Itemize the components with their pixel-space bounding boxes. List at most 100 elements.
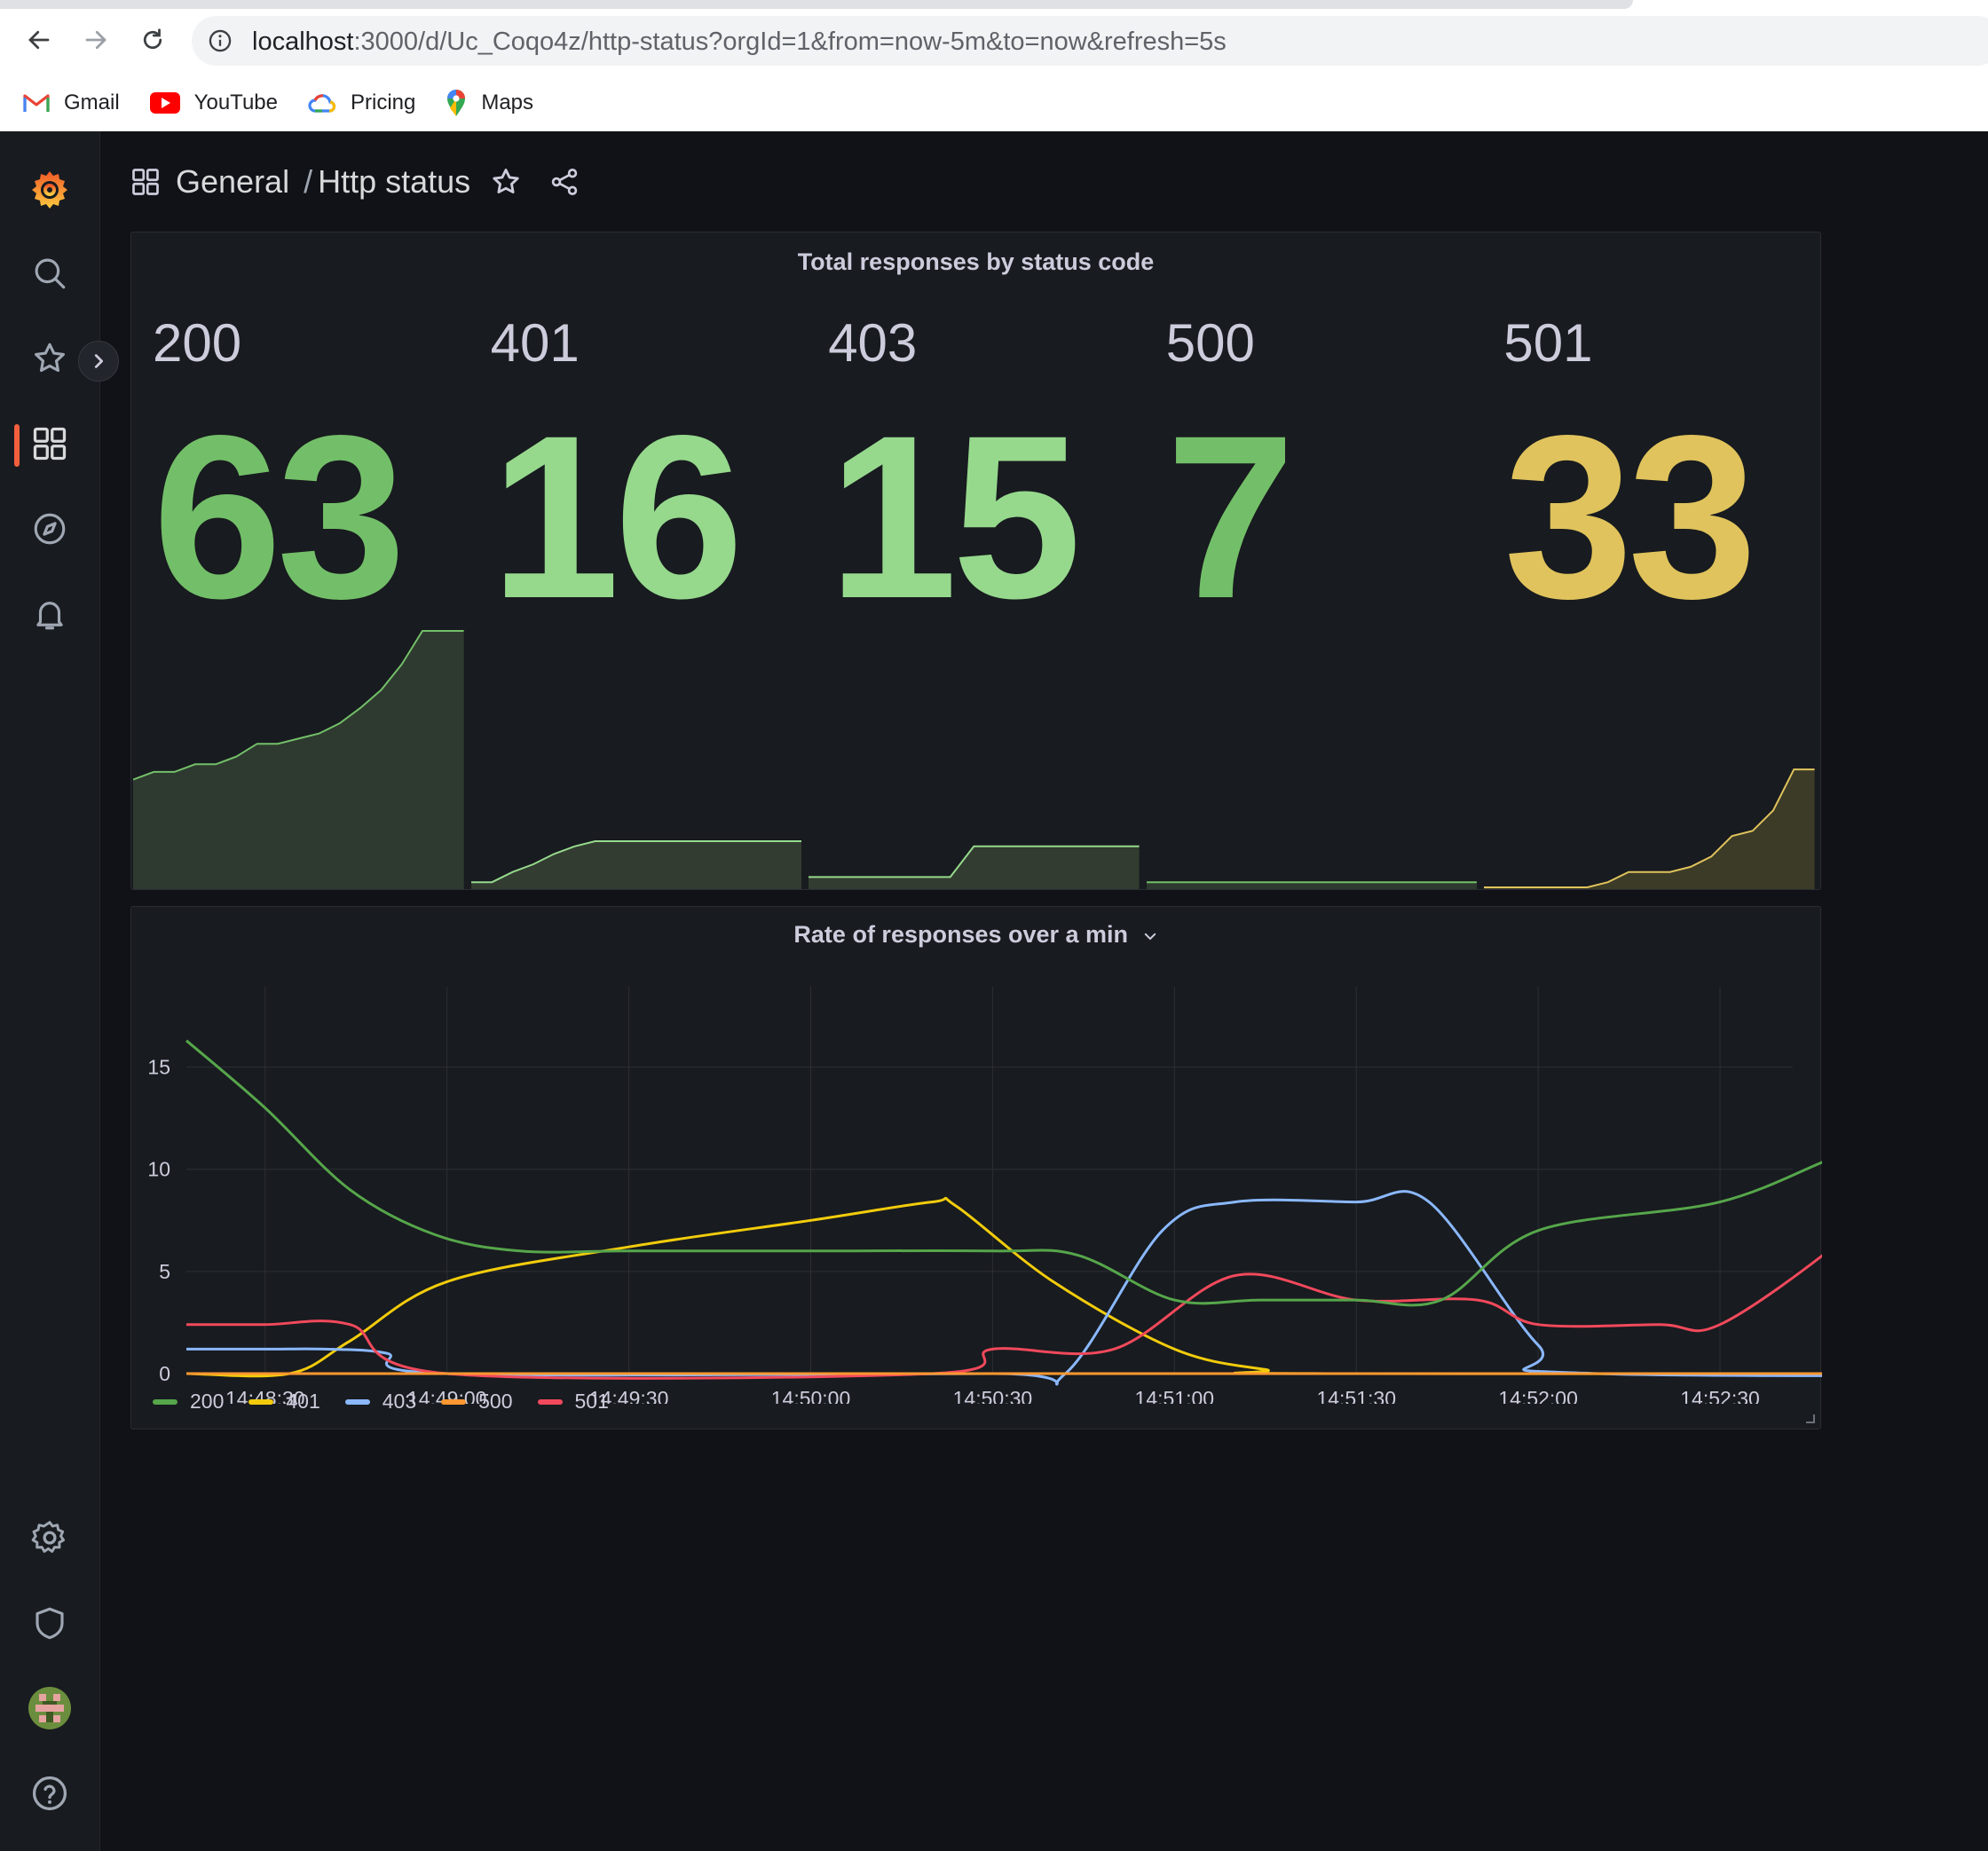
legend-label: 501	[574, 1390, 609, 1413]
bookmark-youtube[interactable]: YouTube	[149, 91, 278, 115]
share-dashboard-button[interactable]	[548, 166, 580, 198]
avatar	[28, 1687, 71, 1729]
legend-label: 403	[382, 1390, 417, 1413]
sparkline-area	[470, 841, 802, 889]
x-tick-label: 14:52:30	[1680, 1387, 1760, 1404]
dashboards-icon	[132, 169, 159, 195]
stat-value: 63	[153, 387, 406, 647]
legend-item-500[interactable]: 500	[441, 1390, 513, 1414]
legend-item-200[interactable]: 200	[153, 1390, 224, 1414]
url-path: :3000/d/Uc_Coqo4z/http-status?orgId=1&fr…	[353, 28, 1227, 56]
bookmark-label: Gmail	[64, 91, 120, 114]
site-info-icon[interactable]	[208, 28, 233, 53]
x-tick-label: 14:51:30	[1316, 1387, 1396, 1404]
gear-icon	[31, 1521, 66, 1553]
gmail-icon	[23, 94, 50, 112]
reload-icon	[143, 28, 162, 50]
share-icon	[551, 169, 578, 195]
stat-label: 401	[490, 313, 580, 373]
bookmarks-bar: Gmail YouTube Pricing Maps	[23, 85, 564, 121]
panel-resize-handle[interactable]	[1806, 1414, 1815, 1423]
grafana-logo[interactable]	[23, 162, 76, 216]
url-text: localhost:3000/d/Uc_Coqo4z/http-status?o…	[252, 28, 1227, 57]
bookmark-gmail[interactable]: Gmail	[23, 91, 120, 115]
sidebar-item-starred[interactable]	[23, 332, 76, 385]
maps-icon	[447, 90, 466, 116]
sidebar-item-explore[interactable]	[23, 502, 76, 555]
sidebar-item-alerting[interactable]	[23, 587, 76, 641]
stat-label: 501	[1503, 313, 1593, 373]
stat-label: 200	[153, 313, 242, 373]
y-tick-label: 15	[147, 1056, 170, 1079]
stat-sparkline	[1146, 881, 1478, 889]
y-tick-label: 0	[159, 1362, 170, 1385]
tab-strip	[0, 0, 1633, 9]
dashboards-icon	[33, 427, 67, 461]
sidebar-item-profile[interactable]	[23, 1682, 76, 1735]
legend-swatch	[441, 1398, 467, 1405]
rate-panel[interactable]: Rate of responses over a min 0 5 10 15 14:48…	[130, 906, 1822, 1430]
arrow-left-icon	[28, 30, 50, 50]
mark-favorite-button[interactable]	[490, 166, 522, 198]
bookmark-label: Pricing	[350, 91, 416, 114]
grafana-logo-icon	[32, 171, 67, 209]
stat-sparkline	[809, 845, 1140, 889]
y-tick-label: 5	[159, 1260, 170, 1283]
breadcrumb-separator: /	[304, 163, 313, 200]
x-tick-label: 14:52:00	[1498, 1387, 1578, 1404]
timeseries-chart[interactable]: 05101514:48:30 14:49:00 14:49:30 14:50:00 14…	[131, 942, 1822, 1404]
bookmark-maps[interactable]: Maps	[446, 89, 533, 117]
stat-value: 16	[490, 387, 744, 647]
x-tick-label: 14:50:30	[953, 1387, 1033, 1404]
legend-label: 401	[286, 1390, 320, 1413]
stat-panel[interactable]: Total responses by status code 200 63 401 1…	[130, 232, 1821, 890]
legend-swatch	[344, 1398, 370, 1405]
stat-sparkline	[1484, 768, 1815, 889]
legend-item-403[interactable]: 403	[344, 1390, 417, 1414]
stat-value: 33	[1503, 387, 1756, 647]
chevron-right-icon	[94, 354, 104, 368]
legend-swatch	[248, 1398, 274, 1405]
back-button[interactable]	[21, 22, 57, 58]
sidebar-item-search[interactable]	[23, 247, 76, 300]
stat-tile-401: 401 16	[469, 232, 808, 889]
forward-button[interactable]	[78, 22, 114, 58]
bookmark-label: YouTube	[193, 91, 278, 114]
sidebar-item-dashboards[interactable]	[23, 417, 76, 470]
bookmark-pricing[interactable]: Pricing	[308, 91, 415, 115]
star-icon	[35, 343, 65, 373]
stat-tile-500: 500 7	[1145, 232, 1483, 889]
stat-tile-501: 501 33	[1482, 232, 1820, 889]
compass-icon	[34, 513, 66, 545]
search-icon	[35, 258, 66, 289]
series-line-501	[185, 1254, 1822, 1380]
legend-label: 500	[478, 1390, 513, 1413]
address-bar[interactable]: localhost:3000/d/Uc_Coqo4z/http-status?o…	[192, 16, 1988, 66]
youtube-icon	[149, 92, 180, 114]
page-title[interactable]: Http status	[318, 163, 470, 201]
help-icon	[32, 1776, 67, 1811]
sidebar-expand-button[interactable]	[78, 341, 119, 382]
y-tick-label: 10	[147, 1158, 170, 1181]
x-tick-label: 14:51:00	[1135, 1387, 1215, 1404]
sidebar-item-help[interactable]	[23, 1767, 76, 1820]
star-icon	[493, 169, 519, 193]
sidebar-item-server-admin[interactable]	[23, 1596, 76, 1650]
legend-swatch	[537, 1398, 563, 1405]
bell-icon	[36, 602, 63, 630]
stat-tile-403: 403 15	[807, 232, 1145, 889]
series-line-200	[185, 1039, 1822, 1307]
url-host: localhost	[252, 28, 354, 56]
breadcrumb-folder[interactable]: General	[176, 163, 289, 201]
sidebar-item-configuration[interactable]	[23, 1511, 76, 1564]
legend-item-501[interactable]: 501	[537, 1390, 609, 1414]
legend-label: 200	[190, 1390, 225, 1413]
sparkline-area	[133, 631, 464, 889]
sparkline-area	[1146, 882, 1478, 889]
stat-value: 7	[1165, 387, 1296, 647]
sidebar	[0, 131, 119, 1851]
stat-value: 15	[828, 387, 1081, 647]
reload-button[interactable]	[135, 22, 170, 58]
legend-item-401[interactable]: 401	[248, 1390, 320, 1414]
chart-legend: 200 401 403 500 501	[153, 1390, 634, 1414]
